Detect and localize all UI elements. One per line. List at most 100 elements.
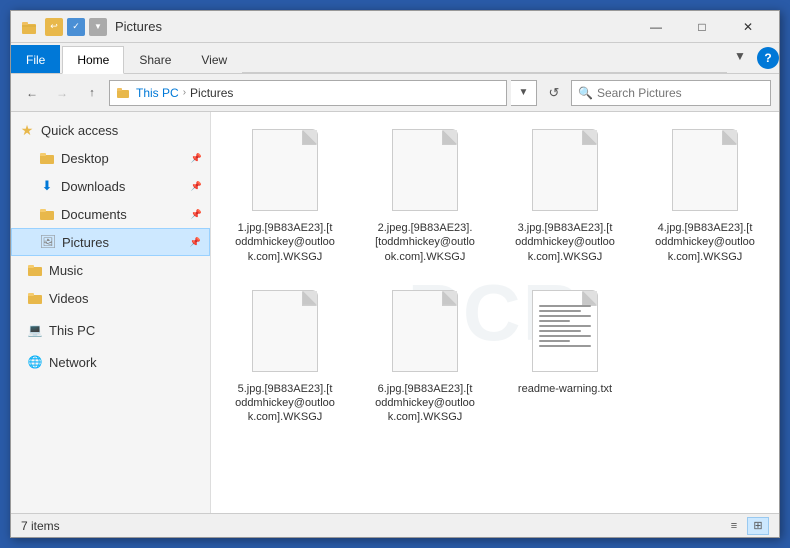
- readme-line-2: [539, 310, 581, 312]
- sidebar-item-thispc[interactable]: 💻 This PC: [11, 316, 210, 344]
- file-area: PCR 1.jpg.[9B83AE23].[toddmhickey@outloo…: [211, 112, 779, 513]
- sidebar-label-desktop: Desktop: [61, 151, 109, 166]
- path-breadcrumb: This PC › Pictures: [116, 86, 233, 100]
- view-toggle-group: ≡ ⊞: [723, 517, 769, 535]
- file-page-2: [392, 129, 458, 211]
- window-icon: [19, 17, 39, 37]
- sidebar-quickaccess-header[interactable]: ★ Quick access: [11, 116, 210, 144]
- sidebar-label-thispc: This PC: [49, 323, 95, 338]
- readme-lines: [539, 305, 591, 350]
- fold-4: [723, 130, 737, 144]
- folder-icon: [39, 150, 55, 166]
- readme-line-6: [539, 330, 581, 332]
- sidebar-label-documents: Documents: [61, 207, 127, 222]
- documents-icon: [39, 206, 55, 222]
- file-name-4: 4.jpg.[9B83AE23].[toddmhickey@outlook.co…: [655, 221, 755, 264]
- tab-view[interactable]: View: [186, 45, 242, 73]
- address-dropdown-btn[interactable]: ▼: [511, 80, 537, 106]
- sidebar: ★ Quick access Desktop 📌 ⬇ Downloads 📌: [11, 112, 211, 513]
- tab-home[interactable]: Home: [62, 46, 124, 74]
- minimize-button[interactable]: —: [633, 11, 679, 43]
- fold-3: [583, 130, 597, 144]
- file-item-1[interactable]: 1.jpg.[9B83AE23].[toddmhickey@outlook.co…: [221, 122, 349, 271]
- file-item-5[interactable]: 5.jpg.[9B83AE23].[toddmhickey@outlook.co…: [221, 283, 349, 432]
- sidebar-label-network: Network: [49, 355, 97, 370]
- status-bar: 7 items ≡ ⊞: [11, 513, 779, 537]
- sidebar-item-documents[interactable]: Documents 📌: [11, 200, 210, 228]
- path-part-thispc: This PC: [136, 86, 179, 100]
- sidebar-item-videos[interactable]: Videos: [11, 284, 210, 312]
- item-count: 7 items: [21, 519, 60, 533]
- tab-share[interactable]: Share: [124, 45, 186, 73]
- file-item-4[interactable]: 4.jpg.[9B83AE23].[toddmhickey@outlook.co…: [641, 122, 769, 271]
- fold-5: [303, 291, 317, 305]
- qat-dropdown[interactable]: ▼: [89, 18, 107, 36]
- pictures-icon: 🖼: [40, 234, 56, 250]
- file-name-1: 1.jpg.[9B83AE23].[toddmhickey@outlook.co…: [235, 221, 335, 264]
- file-icon-6: [389, 290, 461, 378]
- list-view-btn[interactable]: ≡: [723, 517, 745, 535]
- file-page-3: [532, 129, 598, 211]
- sidebar-item-network[interactable]: 🌐 Network: [11, 348, 210, 376]
- main-content: ★ Quick access Desktop 📌 ⬇ Downloads 📌: [11, 112, 779, 513]
- up-button[interactable]: ↑: [79, 80, 105, 106]
- sidebar-item-desktop[interactable]: Desktop 📌: [11, 144, 210, 172]
- file-item-3[interactable]: 3.jpg.[9B83AE23].[toddmhickey@outlook.co…: [501, 122, 629, 271]
- readme-line-7: [539, 335, 591, 337]
- sidebar-label-videos: Videos: [49, 291, 89, 306]
- maximize-button[interactable]: □: [679, 11, 725, 43]
- file-page-6: [392, 290, 458, 372]
- window-title: Pictures: [115, 19, 633, 34]
- tab-file[interactable]: File: [11, 45, 60, 73]
- pin-icon-downloads: 📌: [191, 181, 202, 192]
- file-grid: 1.jpg.[9B83AE23].[toddmhickey@outlook.co…: [221, 122, 769, 432]
- file-name-2: 2.jpeg.[9B83AE23].[toddmhickey@outlook.c…: [375, 221, 475, 264]
- search-icon: 🔍: [578, 86, 593, 100]
- file-name-readme: readme-warning.txt: [518, 382, 612, 396]
- readme-line-8: [539, 340, 570, 342]
- refresh-button[interactable]: ↺: [541, 80, 567, 106]
- qat-undo[interactable]: ↩: [45, 18, 63, 36]
- readme-line-3: [539, 315, 591, 317]
- ribbon-tab-list: File Home Share View ▼ ?: [11, 43, 779, 73]
- file-icon-readme: [529, 290, 601, 378]
- readme-line-4: [539, 320, 570, 322]
- sidebar-quickaccess-label: Quick access: [41, 123, 118, 138]
- quick-access-toolbar: ↩ ✓ ▼: [45, 18, 107, 36]
- search-box[interactable]: 🔍: [571, 80, 771, 106]
- title-bar: ↩ ✓ ▼ Pictures — □ ✕: [11, 11, 779, 43]
- path-part-pictures: Pictures: [190, 86, 233, 100]
- fold-readme: [583, 291, 597, 305]
- file-item-readme[interactable]: readme-warning.txt: [501, 283, 629, 432]
- fold-2: [443, 130, 457, 144]
- ribbon-collapse-btn[interactable]: ▼: [727, 43, 753, 69]
- sidebar-item-music[interactable]: Music: [11, 256, 210, 284]
- file-icon-1: [249, 129, 321, 217]
- sidebar-item-downloads[interactable]: ⬇ Downloads 📌: [11, 172, 210, 200]
- sidebar-label-downloads: Downloads: [61, 179, 125, 194]
- qat-properties[interactable]: ✓: [67, 18, 85, 36]
- fold-1: [303, 130, 317, 144]
- readme-line-1: [539, 305, 591, 307]
- star-icon: ★: [19, 122, 35, 138]
- file-item-2[interactable]: 2.jpeg.[9B83AE23].[toddmhickey@outlook.c…: [361, 122, 489, 271]
- tile-view-btn[interactable]: ⊞: [747, 517, 769, 535]
- file-page-readme: [532, 290, 598, 372]
- file-icon-5: [249, 290, 321, 378]
- sidebar-item-pictures[interactable]: 🖼 Pictures 📌: [11, 228, 210, 256]
- fold-6: [443, 291, 457, 305]
- help-btn[interactable]: ?: [757, 47, 779, 69]
- back-button[interactable]: ←: [19, 80, 45, 106]
- ribbon: File Home Share View ▼ ?: [11, 43, 779, 74]
- downloads-icon: ⬇: [39, 178, 55, 194]
- file-item-6[interactable]: 6.jpg.[9B83AE23].[toddmhickey@outlook.co…: [361, 283, 489, 432]
- file-name-5: 5.jpg.[9B83AE23].[toddmhickey@outlook.co…: [235, 382, 335, 425]
- music-icon: [27, 262, 43, 278]
- search-input[interactable]: [597, 86, 764, 100]
- forward-button[interactable]: →: [49, 80, 75, 106]
- file-page-5: [252, 290, 318, 372]
- file-icon-2: [389, 129, 461, 217]
- address-path[interactable]: This PC › Pictures: [109, 80, 507, 106]
- file-name-6: 6.jpg.[9B83AE23].[toddmhickey@outlook.co…: [375, 382, 475, 425]
- close-button[interactable]: ✕: [725, 11, 771, 43]
